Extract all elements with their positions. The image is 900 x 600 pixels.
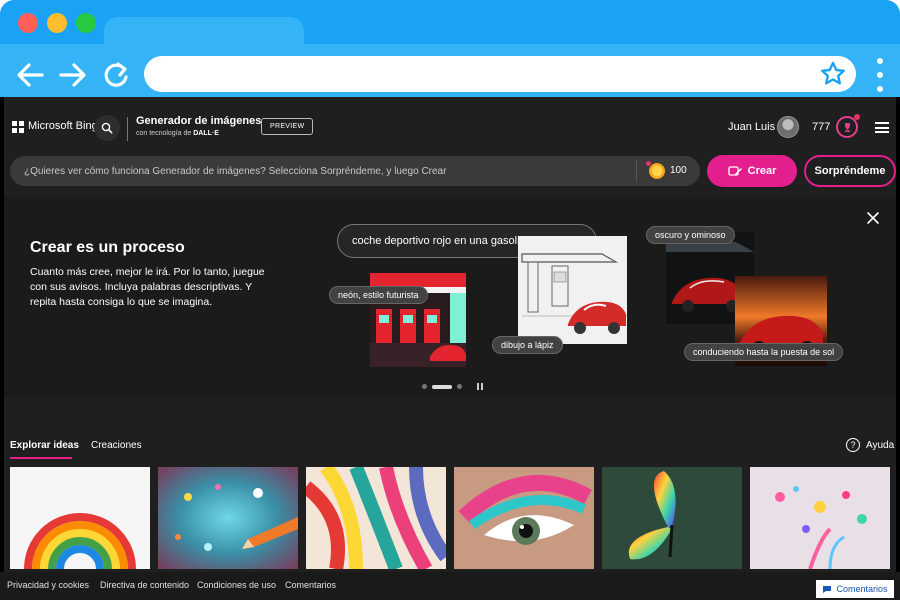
tab-creations[interactable]: Creaciones	[91, 440, 142, 451]
address-bar[interactable]	[144, 56, 856, 92]
example-image-sketch	[518, 236, 627, 344]
gallery-image-eye[interactable]	[454, 467, 594, 569]
back-arrow-icon[interactable]	[15, 60, 45, 90]
prompt-divider	[636, 160, 637, 182]
footer-link-feedback[interactable]: Comentarios	[285, 580, 336, 590]
hamburger-menu-icon[interactable]	[875, 122, 889, 133]
active-tab-indicator	[10, 457, 72, 459]
carousel-dot[interactable]	[422, 384, 427, 389]
surprise-me-button[interactable]: Sorpréndeme	[804, 155, 896, 187]
microsoft-logo-icon	[12, 121, 24, 133]
style-chip: neón, estilo futurista	[329, 286, 428, 304]
browser-chrome	[0, 0, 900, 97]
rewards-count[interactable]: 777	[812, 121, 830, 133]
preview-badge: PREVIEW	[261, 118, 314, 135]
help-label: Ayuda	[866, 439, 895, 451]
footer-link-content-policy[interactable]: Directiva de contenido	[100, 580, 189, 590]
gallery-image-rainbow[interactable]	[10, 467, 150, 569]
help-link[interactable]: ? Ayuda	[846, 438, 894, 452]
hero-title: Crear es un proceso	[30, 239, 185, 256]
footer-link-terms[interactable]: Condiciones de uso	[197, 580, 276, 590]
explore-tabs: Explorar ideas Creaciones ? Ayuda	[4, 432, 896, 462]
pause-icon[interactable]	[477, 383, 483, 390]
bing-image-creator: Microsoft Bing Generador de imágenes con…	[4, 97, 896, 600]
minimize-window-button[interactable]	[47, 13, 67, 33]
app-title: Generador de imágenes	[136, 115, 262, 127]
style-chip: oscuro y ominoso	[646, 226, 735, 244]
star-icon[interactable]	[820, 61, 846, 87]
window-controls	[18, 13, 96, 33]
user-name[interactable]: Juan Luis	[728, 121, 775, 133]
close-icon[interactable]	[866, 211, 880, 225]
kebab-menu-icon[interactable]	[874, 58, 886, 92]
notification-dot	[854, 114, 860, 120]
search-icon[interactable]	[94, 115, 120, 141]
hero-description: Cuanto más cree, mejor le irá. Por lo ta…	[30, 266, 265, 308]
prompt-bar: 100	[10, 156, 700, 186]
carousel-dot[interactable]	[457, 384, 462, 389]
feedback-label: Comentarios	[836, 584, 888, 594]
avatar[interactable]	[777, 116, 799, 138]
app-subtitle: con tecnología de DALL·E	[136, 130, 219, 137]
carousel-dot-active[interactable]	[432, 384, 452, 389]
reload-icon[interactable]	[101, 60, 131, 90]
maximize-window-button[interactable]	[76, 13, 96, 33]
create-icon	[727, 166, 742, 176]
boost-coin-icon[interactable]	[649, 163, 665, 179]
gallery-image-butterfly[interactable]	[602, 467, 742, 569]
footer-link-privacy[interactable]: Privacidad y cookies	[7, 580, 89, 590]
url-input[interactable]	[162, 56, 802, 92]
close-window-button[interactable]	[18, 13, 38, 33]
help-icon: ?	[846, 438, 860, 452]
feedback-button[interactable]: Comentarios	[816, 580, 894, 598]
chat-icon	[823, 585, 832, 593]
brand-name[interactable]: Microsoft Bing	[28, 120, 98, 132]
page-footer: Privacidad y cookies Directiva de conten…	[0, 572, 900, 600]
create-button[interactable]: Crear	[707, 155, 797, 187]
boost-count: 100	[670, 165, 687, 176]
style-chip: dibujo a lápiz	[492, 336, 563, 354]
create-label: Crear	[747, 165, 777, 177]
gallery-image-ribbons[interactable]	[306, 467, 446, 569]
gallery-image-splash[interactable]	[750, 467, 890, 569]
prompt-input[interactable]	[24, 156, 624, 186]
header-divider	[127, 117, 128, 141]
idea-gallery	[10, 467, 896, 569]
forward-arrow-icon[interactable]	[58, 60, 88, 90]
page-viewport: Microsoft Bing Generador de imágenes con…	[0, 97, 900, 600]
site-header: Microsoft Bing Generador de imágenes con…	[4, 97, 896, 153]
carousel-controls	[422, 383, 483, 390]
style-chip: conduciendo hasta la puesta de sol	[684, 343, 844, 361]
tab-explore-ideas[interactable]: Explorar ideas	[10, 440, 79, 451]
gallery-image-pencil[interactable]	[158, 467, 298, 569]
